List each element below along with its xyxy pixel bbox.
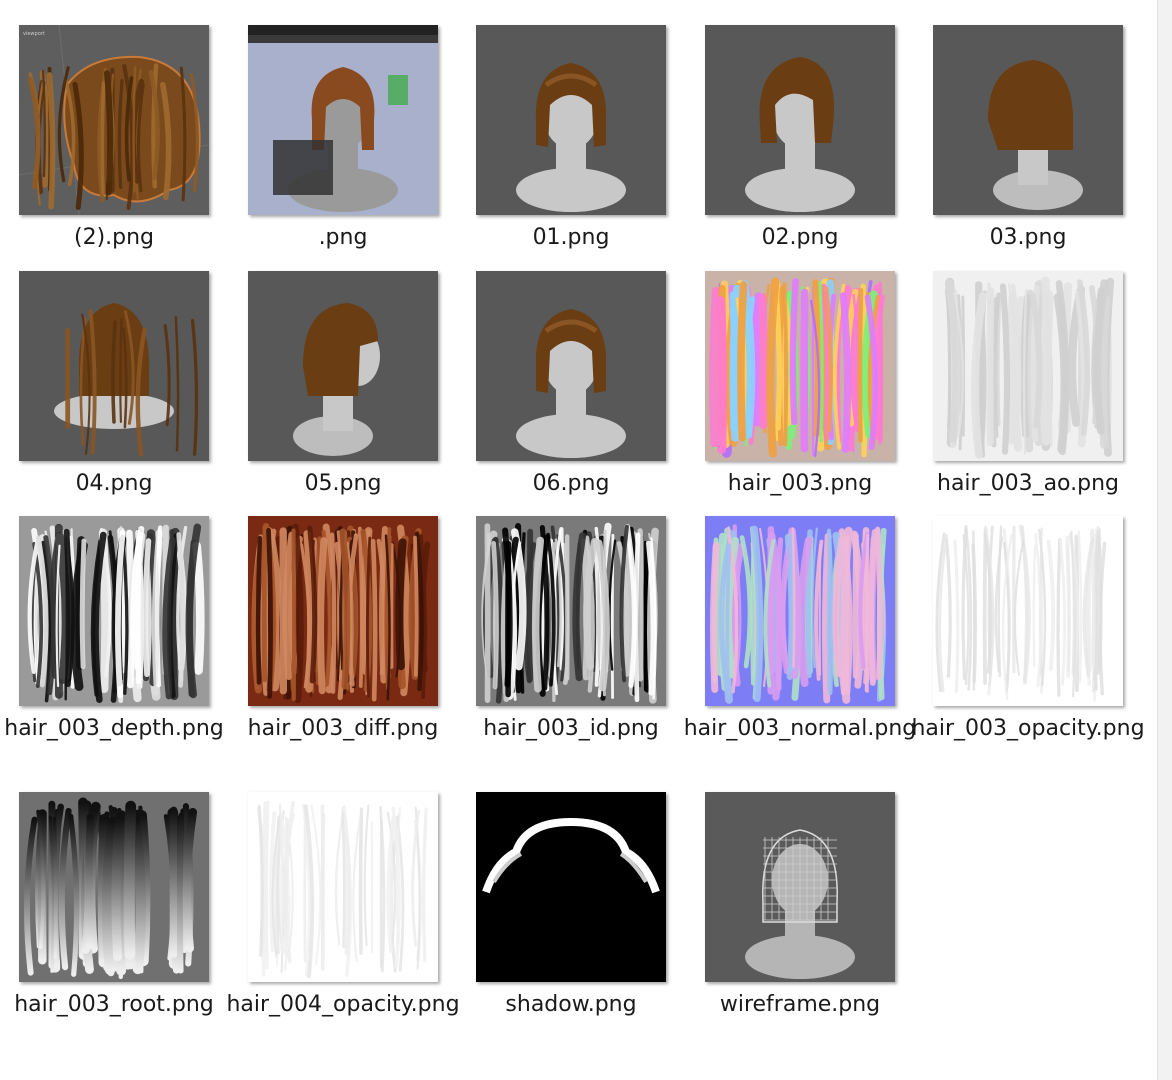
file-name-label[interactable]: 06.png bbox=[457, 468, 685, 500]
file-name-label[interactable]: 02.png bbox=[686, 222, 914, 254]
file-name-label[interactable]: .png bbox=[229, 222, 457, 254]
file-name-label[interactable]: hair_003_root.png bbox=[0, 989, 228, 1021]
file-name-label[interactable]: shadow.png bbox=[457, 989, 685, 1021]
file-name-label[interactable]: 05.png bbox=[229, 468, 457, 500]
file-name-label[interactable]: hair_003_diff.png bbox=[229, 713, 457, 745]
file-thumbnail[interactable] bbox=[705, 792, 895, 982]
file-thumbnail[interactable] bbox=[19, 271, 209, 461]
file-name-label[interactable]: hair_003_opacity.png bbox=[910, 713, 1146, 745]
file-name-label[interactable]: 01.png bbox=[457, 222, 685, 254]
file-thumbnail[interactable] bbox=[705, 516, 895, 706]
file-thumbnail[interactable] bbox=[248, 25, 438, 215]
file-thumbnail[interactable] bbox=[933, 516, 1123, 706]
file-thumbnail[interactable] bbox=[933, 271, 1123, 461]
file-name-label[interactable]: 03.png bbox=[914, 222, 1142, 254]
file-thumbnail[interactable] bbox=[248, 516, 438, 706]
vertical-scrollbar[interactable] bbox=[1157, 0, 1172, 1080]
file-name-label[interactable]: hair_003_normal.png bbox=[682, 713, 918, 745]
file-name-label[interactable]: wireframe.png bbox=[686, 989, 914, 1021]
file-name-label[interactable]: hair_003_id.png bbox=[457, 713, 685, 745]
file-thumbnail[interactable] bbox=[933, 25, 1123, 215]
file-thumbnail[interactable]: viewport bbox=[19, 25, 209, 215]
file-name-label[interactable]: hair_003_ao.png bbox=[914, 468, 1142, 500]
file-thumbnail[interactable] bbox=[476, 516, 666, 706]
svg-text:viewport: viewport bbox=[23, 31, 45, 37]
file-name-label[interactable]: 04.png bbox=[0, 468, 228, 500]
file-name-label[interactable]: hair_003.png bbox=[686, 468, 914, 500]
file-thumbnail[interactable] bbox=[248, 792, 438, 982]
file-thumbnail[interactable] bbox=[19, 792, 209, 982]
file-name-label[interactable]: (2).png bbox=[0, 222, 228, 254]
file-thumbnail[interactable] bbox=[476, 792, 666, 982]
file-name-label[interactable]: hair_003_depth.png bbox=[0, 713, 228, 745]
file-thumbnail[interactable] bbox=[476, 25, 666, 215]
file-thumbnail[interactable] bbox=[476, 271, 666, 461]
file-name-label[interactable]: hair_004_opacity.png bbox=[225, 989, 461, 1021]
file-thumbnail[interactable] bbox=[705, 271, 895, 461]
file-thumbnail[interactable] bbox=[248, 271, 438, 461]
file-thumbnail[interactable] bbox=[705, 25, 895, 215]
file-thumbnail[interactable] bbox=[19, 516, 209, 706]
